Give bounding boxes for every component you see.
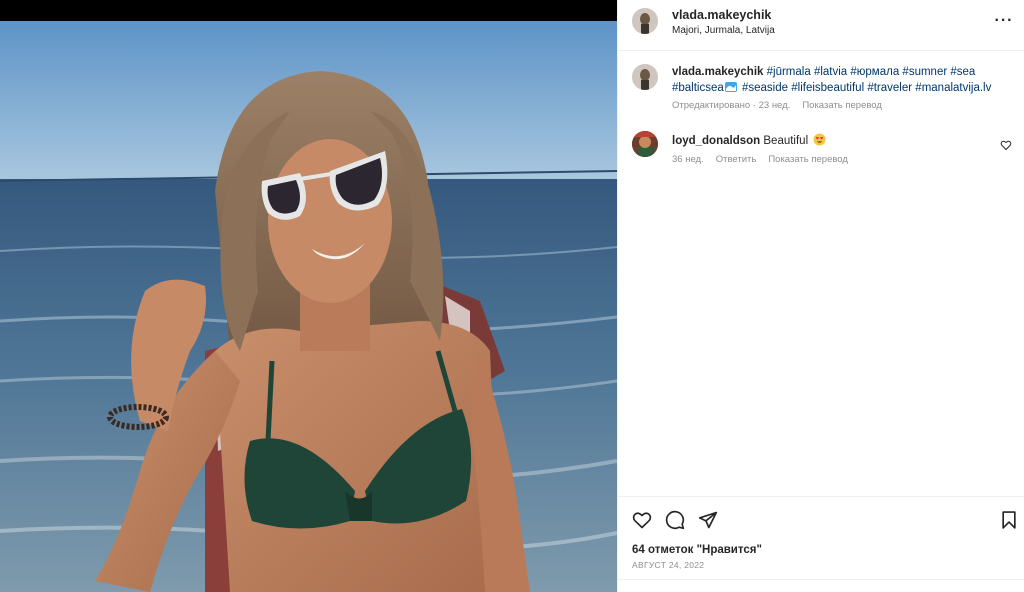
more-options-button[interactable]: ··· xyxy=(993,10,1015,32)
bookmark-icon xyxy=(1002,511,1016,529)
commenter-avatar[interactable] xyxy=(632,131,658,157)
hashtag-sumner[interactable]: #sumner xyxy=(902,66,947,78)
caption-text: vlada.makeychik #jūrmala #latvia #юрмала… xyxy=(672,64,1012,96)
caption-username[interactable]: vlada.makeychik xyxy=(672,66,763,78)
hashtag-traveler[interactable]: #traveler xyxy=(867,82,912,94)
hashtag-balticsea[interactable]: #balticsea xyxy=(672,82,724,94)
water-wave-emoji-icon xyxy=(724,82,737,92)
paper-plane-icon xyxy=(698,511,718,529)
hashtag-seaside[interactable]: #seaside xyxy=(742,82,788,94)
comment-bubble-icon xyxy=(665,510,685,530)
comment-item: loyd_donaldson Beautiful 36 нед. Ответить… xyxy=(632,131,1012,171)
hashtag-manalatvija[interactable]: #manalatvija.lv xyxy=(915,82,991,94)
author-username[interactable]: vlada.makeychik xyxy=(672,8,771,22)
hashtag-yurmala[interactable]: #юрмала xyxy=(850,66,899,78)
like-button[interactable] xyxy=(632,510,652,530)
caption-translate-link[interactable]: Показать перевод xyxy=(802,100,882,111)
post-location[interactable]: Majori, Jurmala, Latvija xyxy=(672,25,775,36)
post-actions-bar: 64 отметок "Нравится" АВГУСТ 24, 2022 xyxy=(618,496,1024,592)
post-date: АВГУСТ 24, 2022 xyxy=(632,560,705,570)
post-photo[interactable] xyxy=(0,21,617,592)
commenter-username[interactable]: loyd_donaldson xyxy=(672,135,760,147)
comment-age: 36 нед. xyxy=(672,154,704,165)
comment-reply-link[interactable]: Ответить xyxy=(716,154,757,165)
post-header: vlada.makeychik Majori, Jurmala, Latvija… xyxy=(618,0,1024,51)
comment-text: loyd_donaldson Beautiful xyxy=(672,133,826,147)
likes-count[interactable]: 64 отметок "Нравится" xyxy=(632,544,762,556)
hashtag-lifeisbeautiful[interactable]: #lifeisbeautiful xyxy=(791,82,864,94)
hashtag-latvia[interactable]: #latvia xyxy=(814,66,847,78)
save-button[interactable] xyxy=(999,510,1019,530)
comment-message: Beautiful xyxy=(763,135,809,147)
divider xyxy=(618,579,1024,580)
caption-edited-time: Отредактировано · 23 нед. xyxy=(672,100,791,111)
comment-like-heart-icon[interactable] xyxy=(1000,139,1012,151)
comment-button[interactable] xyxy=(665,510,685,530)
post-photo-pane[interactable] xyxy=(0,0,617,592)
more-options-icon: ··· xyxy=(994,12,1014,29)
share-button[interactable] xyxy=(698,510,718,530)
hashtag-jurmala[interactable]: #jūrmala xyxy=(767,66,811,78)
heart-icon xyxy=(632,512,652,529)
photo-top-bar xyxy=(0,0,617,21)
post-side-panel: vlada.makeychik Majori, Jurmala, Latvija… xyxy=(617,0,1024,592)
caption-meta: Отредактировано · 23 нед. Показать перево… xyxy=(672,100,882,111)
comment-meta: 36 нед. Ответить Показать перевод xyxy=(672,154,848,165)
caption-author-avatar[interactable] xyxy=(632,64,658,90)
heart-eyes-emoji-icon xyxy=(813,133,826,146)
comment-translate-link[interactable]: Показать перевод xyxy=(768,154,848,165)
author-avatar[interactable] xyxy=(632,8,658,34)
hashtag-sea[interactable]: #sea xyxy=(950,66,975,78)
